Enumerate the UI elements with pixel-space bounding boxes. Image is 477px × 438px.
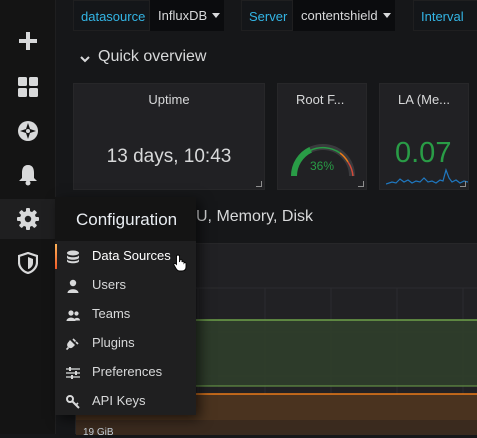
variable-select-server[interactable]: contentshield bbox=[293, 0, 395, 31]
variable-select-datasource[interactable]: InfluxDB bbox=[150, 0, 224, 31]
configuration-dropdown: Configuration Data Sources Users Teams P… bbox=[55, 197, 196, 415]
sliders-icon bbox=[66, 367, 80, 379]
configuration-button[interactable] bbox=[0, 199, 55, 239]
key-icon bbox=[66, 395, 80, 409]
server-admin-button[interactable] bbox=[0, 243, 55, 283]
configuration-header[interactable]: Configuration bbox=[55, 197, 196, 241]
menu-item-label: Teams bbox=[92, 306, 131, 321]
load-average-panel: LA (Me... 0.07 bbox=[379, 83, 469, 190]
uptime-panel: Uptime 13 days, 10:43 bbox=[73, 83, 265, 190]
plug-icon bbox=[66, 338, 79, 351]
menu-item-label: Plugins bbox=[92, 335, 135, 350]
create-button[interactable] bbox=[0, 21, 55, 61]
variable-value-datasource: InfluxDB bbox=[158, 8, 208, 23]
chevron-down-icon[interactable] bbox=[79, 54, 91, 64]
panel-title[interactable]: Uptime bbox=[74, 92, 264, 107]
configuration-title: Configuration bbox=[76, 210, 178, 229]
variable-value-server: contentshield bbox=[301, 8, 378, 23]
root-fs-panel: Root F... 36% bbox=[277, 83, 367, 190]
variable-label-server: Server bbox=[241, 0, 293, 31]
gear-icon bbox=[16, 208, 39, 230]
load-average-sparkline bbox=[386, 168, 468, 185]
bell-icon bbox=[18, 165, 37, 186]
panel-title[interactable]: Root F... bbox=[296, 92, 366, 107]
caret-down-icon bbox=[212, 13, 221, 18]
plus-icon bbox=[18, 32, 37, 50]
resize-handle[interactable] bbox=[358, 181, 364, 187]
menu-item-label: Users bbox=[92, 277, 126, 292]
shield-icon bbox=[17, 252, 38, 274]
hand-cursor-icon bbox=[173, 254, 187, 272]
menu-item-users[interactable]: Users bbox=[55, 271, 196, 300]
dashboards-icon bbox=[17, 77, 38, 97]
compass-icon bbox=[17, 121, 38, 141]
resize-handle[interactable] bbox=[256, 181, 262, 187]
side-menu bbox=[0, 0, 56, 434]
y-axis-tick: 19 GiB bbox=[83, 427, 114, 438]
menu-item-label: Preferences bbox=[92, 364, 163, 379]
database-icon bbox=[67, 250, 79, 264]
root-fs-gauge-value: 36% bbox=[309, 159, 335, 173]
variable-label-datasource: datasource bbox=[73, 0, 150, 31]
variable-label-interval: Interval bbox=[413, 0, 477, 31]
resize-handle[interactable] bbox=[460, 181, 466, 187]
menu-item-api-keys[interactable]: API Keys bbox=[55, 387, 196, 416]
alerting-button[interactable] bbox=[0, 155, 55, 195]
panel-title[interactable]: LA (Me... bbox=[398, 92, 468, 107]
row-title-partial[interactable]: U, Memory, Disk bbox=[196, 208, 313, 226]
caret-down-icon bbox=[382, 13, 391, 18]
row-title[interactable]: Quick overview bbox=[98, 48, 206, 66]
menu-item-label: Data Sources bbox=[92, 248, 171, 263]
menu-item-preferences[interactable]: Preferences bbox=[55, 358, 196, 387]
menu-item-plugins[interactable]: Plugins bbox=[55, 329, 196, 358]
menu-item-label: API Keys bbox=[92, 393, 146, 408]
uptime-value: 13 days, 10:43 bbox=[106, 146, 232, 167]
user-icon bbox=[67, 279, 79, 293]
users-icon bbox=[66, 310, 80, 321]
dashboards-button[interactable] bbox=[0, 67, 55, 107]
root-fs-gauge bbox=[291, 144, 355, 177]
explore-button[interactable] bbox=[0, 111, 55, 151]
menu-item-teams[interactable]: Teams bbox=[55, 300, 196, 329]
